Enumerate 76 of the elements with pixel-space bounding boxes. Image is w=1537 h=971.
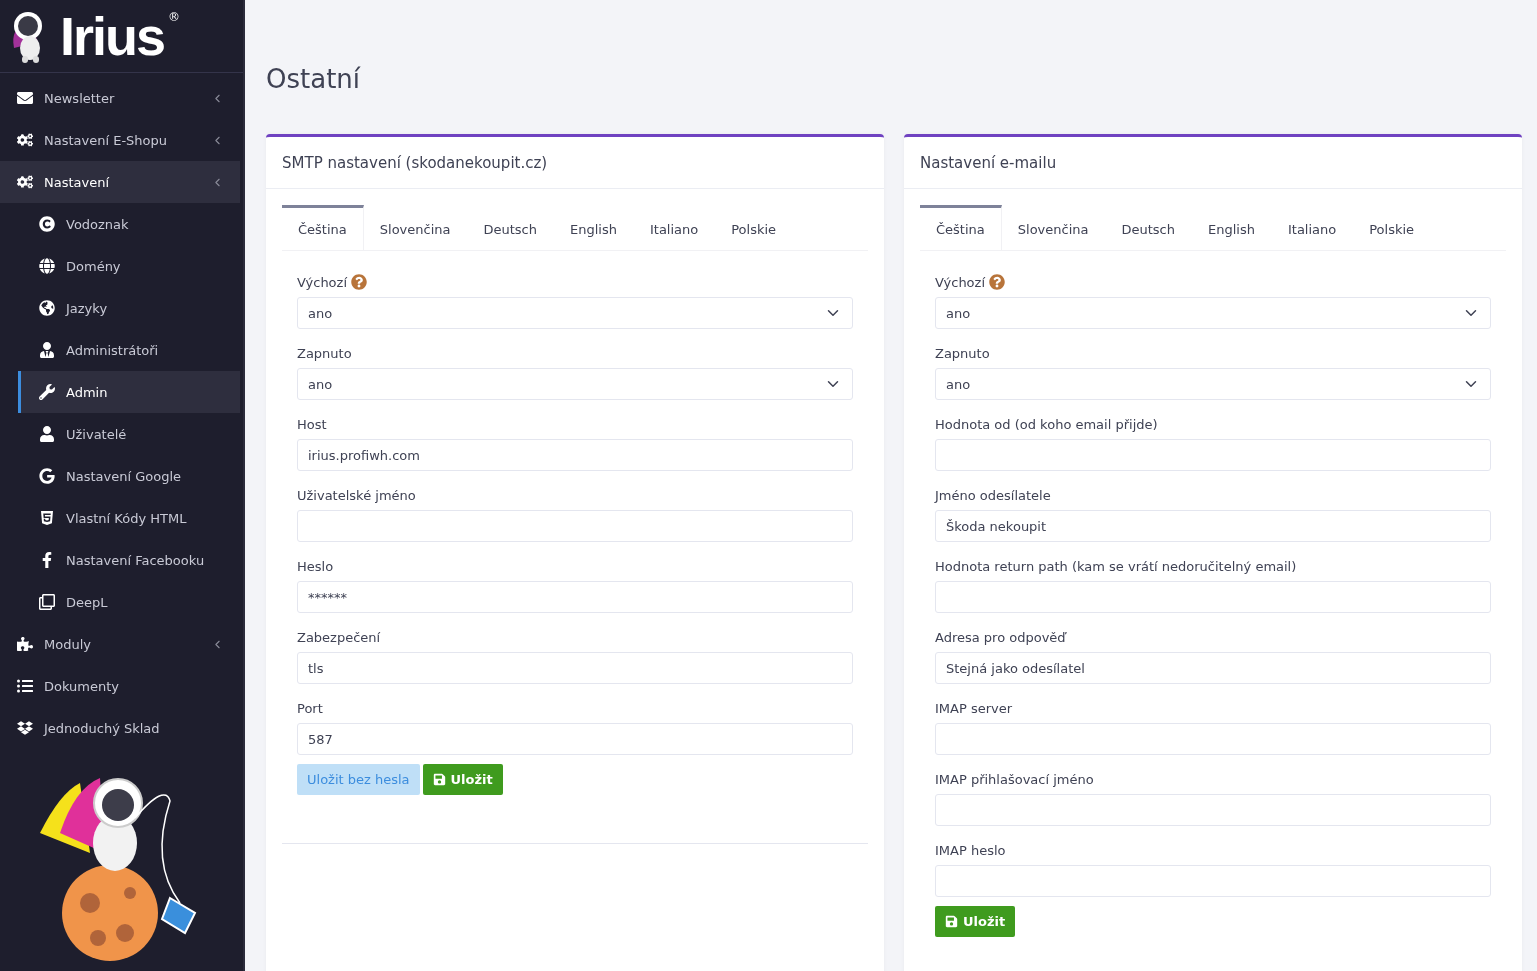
wrench-icon [38,384,56,400]
select-field[interactable]: ano [297,297,853,329]
field-label: IMAP heslo [935,842,1006,858]
sidebar-item[interactable]: Dokumenty [0,665,240,707]
input-field[interactable]: Stejná jako odesílatel [935,652,1491,684]
input-field[interactable]: ****** [297,581,853,613]
sidebar-item[interactable]: Vodoznak [18,203,240,245]
help-icon[interactable] [351,274,367,290]
select-field[interactable]: ano [935,297,1491,329]
field-label: Zabezpečení [297,629,381,645]
card-title: Nastavení e-mailu [904,137,1522,189]
help-icon[interactable] [989,274,1005,290]
input-field[interactable]: 587 [297,723,853,755]
field-label: Zapnuto [935,345,990,361]
sidebar-item[interactable]: Jednoduchý Sklad [0,707,240,749]
sidebar-item[interactable]: Nastavení Facebooku [18,539,240,581]
input-field[interactable] [935,865,1491,897]
field-label: Host [297,416,327,432]
sidebar-item[interactable]: Moduly [0,623,240,665]
input-field[interactable] [935,723,1491,755]
input-field[interactable]: tls [297,652,853,684]
field-label: Port [297,700,323,716]
field-label: IMAP přihlašovací jméno [935,771,1094,787]
input-field[interactable]: Škoda nekoupit [935,510,1491,542]
field-label: Výchozí [297,274,347,290]
field-label: Zapnuto [297,345,352,361]
sidebar-item[interactable]: Vlastní Kódy HTML [18,497,240,539]
input-field[interactable] [935,581,1491,613]
input-field[interactable] [935,794,1491,826]
select-field[interactable]: ano [297,368,853,400]
save-icon [432,773,446,786]
field-label: Heslo [297,558,334,574]
globe-icon [38,300,56,316]
input-field[interactable] [935,439,1491,471]
sidebar-item[interactable]: Newsletter [0,77,240,119]
html-icon [38,510,56,526]
registered-mark: ® [168,10,181,24]
page-title: Ostatní [266,64,362,94]
save-icon [945,915,958,928]
boxes-icon [16,720,34,736]
list-icon [16,678,34,694]
save-button[interactable]: Uložit [935,906,1016,937]
field-label: Výchozí [935,274,985,290]
copyright-icon [38,216,56,232]
sidebar-item[interactable]: DeepL [18,581,240,623]
input-field[interactable] [297,510,853,542]
sidebar-item[interactable]: Nastavení E-Shopu [0,119,240,161]
field-label: Adresa pro odpověď [935,629,1066,645]
globe-icon [38,258,56,274]
field-label: Jméno odesílatele [935,487,1051,503]
sidebar-item[interactable]: Jazyky [18,287,240,329]
sidebar-item[interactable]: Administrátoři [18,329,240,371]
field-label: Hodnota od (od koho email přijde) [935,416,1158,432]
sidebar-item[interactable]: Nastavení [0,161,240,203]
card-title: SMTP nastavení (skodanekoupit.cz) [266,137,884,189]
save-button[interactable]: Uložit [422,764,503,795]
field-label: Hodnota return path (kam se vrátí nedoručitelný email) [935,558,1297,574]
puzzle-icon [16,636,34,652]
envelope-icon [16,90,34,106]
sidebar-item[interactable]: Admin [18,371,240,413]
logo-text: Irius [60,9,165,63]
google-icon [38,468,56,484]
sidebar-item[interactable]: Nastavení Google [18,455,240,497]
user-icon [38,426,56,442]
language-tab[interactable]: Čeština [920,205,1002,250]
language-tab[interactable]: Čeština [282,205,364,250]
field-label: IMAP server [935,700,1013,716]
gears-icon [16,174,34,190]
input-field[interactable]: irius.profiwh.com [297,439,853,471]
field-label: Uživatelské jméno [297,487,416,503]
sidebar-item[interactable]: Uživatelé [18,413,240,455]
cards-icon [38,594,56,610]
sidebar-item[interactable]: Domény [18,245,240,287]
select-field[interactable]: ano [935,368,1491,400]
gears-icon [16,132,34,148]
person-icon [38,342,56,358]
